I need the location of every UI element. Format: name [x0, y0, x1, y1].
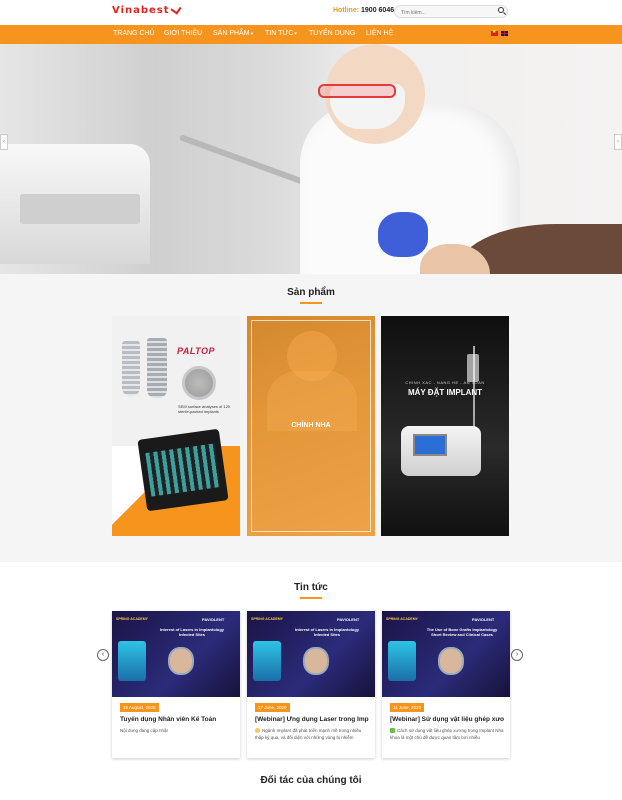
speaker-photo: [168, 647, 194, 675]
nav-item-label: Tuyển dụng: [309, 30, 356, 37]
machine-screen: [413, 434, 447, 456]
stage-graphic: [253, 641, 281, 681]
nav-item-news[interactable]: Tin tức▾: [265, 30, 297, 37]
news-title[interactable]: Tuyển dụng Nhân viên Kế Toán: [120, 716, 234, 723]
magnifier-image: [182, 366, 216, 400]
chevron-down-icon: ▾: [294, 31, 297, 37]
heading-underline: [300, 597, 322, 599]
news-title[interactable]: [Webinar] Sử dụng vật liệu ghép xươ...: [390, 716, 504, 723]
hero-banner: [0, 44, 622, 274]
slider-next-icon[interactable]: ›: [614, 134, 622, 150]
logo-check-icon: [169, 3, 182, 15]
product-card-paltop[interactable]: PALTOP SEM surface analyses of 120 steri…: [112, 316, 240, 536]
chevron-down-icon: ▾: [250, 31, 254, 37]
carousel-prev-icon[interactable]: ‹: [97, 649, 109, 661]
nav-item-contact[interactable]: Liên hệ: [366, 30, 393, 37]
nav-item-label: Liên hệ: [366, 30, 394, 37]
implant-image: [147, 338, 167, 398]
speaker-photo: [438, 647, 464, 675]
hotline-number[interactable]: 1900 6046: [361, 7, 394, 14]
news-thumbnail[interactable]: SPRING ACADEMY PAVIOLENT Interest of Las…: [112, 611, 240, 697]
uk-flag-icon[interactable]: [501, 31, 508, 36]
thumb-brand: PAVIOLENT: [337, 617, 360, 622]
nav-item-label: Sản phẩm: [213, 30, 250, 37]
news-desc-text: Ngành Implant đã phát triển mạnh mẽ tron…: [255, 728, 362, 740]
vietnam-flag-icon[interactable]: [491, 29, 498, 36]
sparkle-emoji-icon: [390, 728, 395, 734]
news-thumbnail[interactable]: SPRING ACADEMY PAVIOLENT The Use of Bone…: [382, 611, 510, 697]
heading-underline: [300, 302, 322, 304]
news-card[interactable]: SPRING ACADEMY PAVIOLENT The Use of Bone…: [382, 611, 510, 758]
news-date: 17 June, 2020: [255, 703, 290, 712]
search-icon[interactable]: [498, 7, 504, 13]
thumb-title: Interest of Lasers in Implantology Infec…: [159, 627, 224, 637]
news-thumbnail[interactable]: SPRING ACADEMY PAVIOLENT Interest of Las…: [247, 611, 375, 697]
saline-bottle: [467, 354, 479, 382]
product-card-orthodontics[interactable]: CHỈNH NHA: [247, 316, 375, 536]
thumb-corner-text: SPRING ACADEMY: [116, 617, 148, 621]
thumb-title: The Use of Bone Grafts Implantology Shor…: [426, 627, 498, 637]
thumb-corner-text: SPRING ACADEMY: [386, 617, 418, 621]
paltop-logo: PALTOP: [177, 346, 216, 356]
news-date: 11 June, 2020: [390, 703, 425, 712]
news-title[interactable]: [Webinar] Ứng dụng Laser trong Impl...: [255, 716, 369, 723]
nav-item-careers[interactable]: Tuyển dụng: [309, 30, 355, 37]
stage-graphic: [118, 641, 146, 681]
news-desc-text: Nội dung đang cập nhật: [120, 728, 168, 733]
thumb-brand: PAVIOLENT: [472, 617, 495, 622]
news-date: 15 August, 2020: [120, 703, 159, 712]
nav-item-products[interactable]: Sản phẩm▾: [213, 30, 253, 37]
dental-equipment-detail: [20, 194, 140, 224]
thumb-brand: PAVIOLENT: [202, 617, 225, 622]
implant-image: [122, 341, 140, 396]
news-desc: Nội dung đang cập nhật: [120, 727, 234, 734]
slider-prev-icon[interactable]: ‹: [0, 134, 8, 150]
site-header: Vinabest Hotline: 1900 6046: [0, 0, 622, 25]
smile-emoji-icon: [255, 728, 260, 734]
news-card[interactable]: SPRING ACADEMY PAVIOLENT Interest of Las…: [247, 611, 375, 758]
search-input[interactable]: [394, 5, 508, 18]
nav-item-label: Tin tức: [265, 30, 294, 37]
thumb-title: Interest of Lasers in Implantology Infec…: [294, 627, 359, 637]
products-heading: Sản phẩm: [287, 287, 335, 298]
product-title: MÁY ĐẶT IMPLANT: [407, 388, 483, 397]
carousel-next-icon[interactable]: ›: [511, 649, 523, 661]
product-card-implant-machine[interactable]: CHINH XAC - NANG HE - AN TOAN MÁY ĐẶT IM…: [381, 316, 509, 536]
product-label: CHỈNH NHA: [291, 422, 331, 429]
site-logo[interactable]: Vinabest: [112, 3, 182, 16]
logo-text: Vinabest: [112, 5, 170, 16]
hotline: Hotline: 1900 6046: [333, 7, 394, 14]
nav-item-home[interactable]: Trang chủ: [113, 30, 155, 37]
dentist-glasses: [318, 84, 396, 98]
nav-item-label: Trang chủ: [113, 30, 155, 37]
news-desc: Cách sử dụng vật liệu ghép xương trong I…: [390, 727, 504, 741]
partners-heading: Đối tác của chúng tôi: [260, 775, 362, 786]
news-desc: Ngành Implant đã phát triển mạnh mẽ tron…: [255, 727, 369, 741]
nav-item-about[interactable]: Giới thiệu: [164, 30, 202, 37]
news-card[interactable]: SPRING ACADEMY PAVIOLENT Interest of Las…: [112, 611, 240, 758]
news-desc-text: Cách sử dụng vật liệu ghép xương trong I…: [390, 728, 504, 740]
nav-item-label: Giới thiệu: [164, 30, 203, 37]
speaker-photo: [303, 647, 329, 675]
hotline-label: Hotline:: [333, 7, 360, 14]
product-caption: SEM surface analyses of 120 sterile-pack…: [178, 404, 231, 414]
product-subtitle: CHINH XAC - NANG HE - AN TOAN: [405, 380, 485, 385]
news-heading: Tin tức: [294, 582, 328, 593]
thumb-corner-text: SPRING ACADEMY: [251, 617, 283, 621]
stage-graphic: [388, 641, 416, 681]
dentist-glove: [378, 212, 428, 257]
